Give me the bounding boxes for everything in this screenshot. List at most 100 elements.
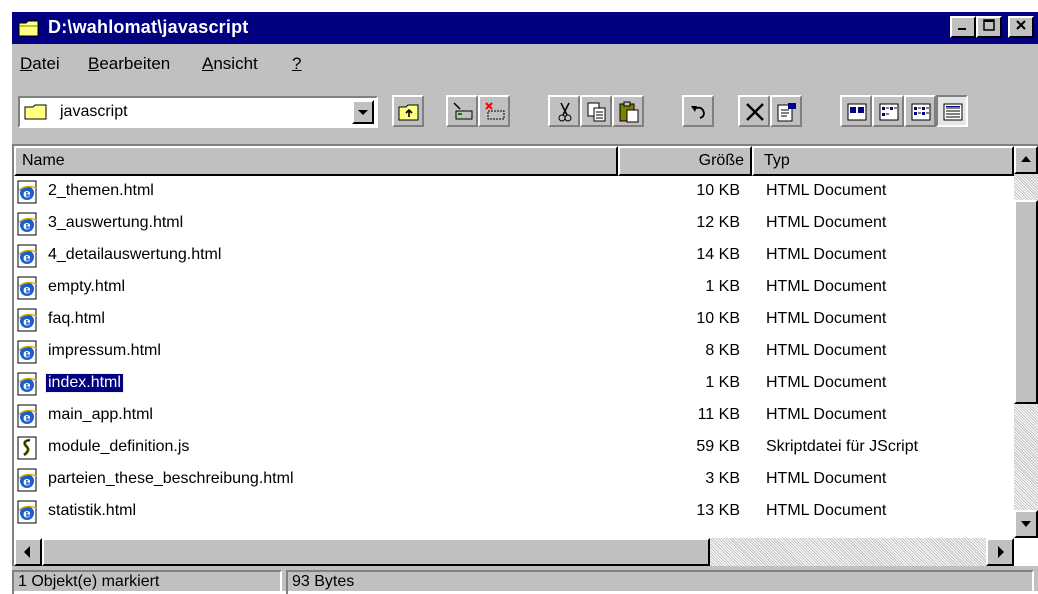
- view-small-icons-button[interactable]: [872, 95, 904, 127]
- menu-bar: Datei Bearbeiten Ansicht ?: [12, 48, 1038, 78]
- horizontal-scroll-track[interactable]: [710, 538, 986, 566]
- toolbar: javascript: [12, 90, 1038, 132]
- properties-button[interactable]: [770, 95, 802, 127]
- view-large-icons-button[interactable]: [840, 95, 872, 127]
- column-header-name[interactable]: Name: [14, 146, 618, 176]
- file-row[interactable]: e index.html 1 KB HTML Document: [14, 368, 1004, 400]
- undo-button[interactable]: [682, 95, 714, 127]
- address-dropdown-button[interactable]: [352, 100, 374, 124]
- map-network-drive-button[interactable]: [446, 95, 478, 127]
- file-row[interactable]: e impressum.html 8 KB HTML Document: [14, 336, 1004, 368]
- file-row[interactable]: e empty.html 1 KB HTML Document: [14, 272, 1004, 304]
- svg-text:e: e: [23, 187, 31, 201]
- file-row[interactable]: e faq.html 10 KB HTML Document: [14, 304, 1004, 336]
- file-type: HTML Document: [766, 182, 887, 199]
- file-type: HTML Document: [766, 406, 887, 423]
- copy-button[interactable]: [580, 95, 612, 127]
- file-name: module_definition.js: [48, 438, 190, 455]
- file-size: 1 KB: [705, 374, 740, 391]
- status-bar: 1 Objekt(e) markiert 93 Bytes: [12, 570, 1038, 594]
- file-size: 8 KB: [705, 342, 740, 359]
- file-type: HTML Document: [766, 310, 887, 327]
- html-document-icon: e: [16, 308, 40, 332]
- file-name: 4_detailauswertung.html: [48, 246, 222, 263]
- vertical-scroll-thumb[interactable]: [1014, 200, 1038, 404]
- file-name: 3_auswertung.html: [48, 214, 184, 231]
- arrow-left-icon: [24, 546, 30, 558]
- folder-icon: [24, 104, 47, 120]
- delete-button[interactable]: [738, 95, 770, 127]
- svg-text:e: e: [23, 507, 31, 521]
- address-combobox[interactable]: javascript: [18, 96, 378, 128]
- file-size: 10 KB: [696, 182, 740, 199]
- file-row[interactable]: e 4_detailauswertung.html 14 KB HTML Docume…: [14, 240, 1004, 272]
- minimize-icon: [958, 28, 966, 30]
- file-type: Skriptdatei für JScript: [766, 438, 919, 455]
- svg-text:e: e: [23, 251, 31, 265]
- undo-icon: [691, 106, 705, 119]
- scroll-up-button[interactable]: [1014, 146, 1038, 174]
- file-type: HTML Document: [766, 374, 887, 391]
- menu-bearbeiten[interactable]: Bearbeiten: [88, 54, 170, 74]
- scroll-down-button[interactable]: [1014, 510, 1038, 538]
- vertical-scrollbar[interactable]: [1014, 146, 1038, 538]
- svg-text:e: e: [23, 283, 31, 297]
- small-icons-icon: [879, 103, 899, 121]
- disconnect-drive-button[interactable]: [478, 95, 510, 127]
- file-type: HTML Document: [766, 342, 887, 359]
- file-type: HTML Document: [766, 278, 887, 295]
- delete-icon: [746, 103, 764, 121]
- folder-icon: [18, 20, 39, 37]
- chevron-down-icon: [358, 110, 368, 115]
- file-type: HTML Document: [766, 470, 887, 487]
- view-list-button[interactable]: [904, 95, 936, 127]
- html-document-icon: e: [16, 372, 40, 396]
- file-type: HTML Document: [766, 246, 887, 263]
- disconnect-drive-icon: [485, 102, 505, 120]
- view-details-button[interactable]: [936, 95, 968, 127]
- file-size: 14 KB: [696, 246, 740, 263]
- column-header-type[interactable]: Typ: [752, 146, 1014, 176]
- scroll-right-button[interactable]: [986, 538, 1014, 566]
- minimize-button[interactable]: [950, 16, 976, 38]
- file-row[interactable]: e 3_auswertung.html 12 KB HTML Document: [14, 208, 1004, 240]
- file-list: Name Größe Typ e 2_themen.html 10 KB HTML D…: [12, 144, 1038, 566]
- explorer-window: D:\wahlomat\javascript Datei Bearbeiten …: [10, 10, 1038, 594]
- large-icons-icon: [847, 103, 867, 121]
- file-name: 2_themen.html: [48, 182, 154, 199]
- properties-icon: [777, 103, 796, 122]
- file-row[interactable]: module_definition.js 59 KB Skriptdatei für…: [14, 432, 1004, 464]
- svg-text:e: e: [23, 219, 31, 233]
- scissors-icon: [558, 102, 572, 122]
- maximize-button[interactable]: [976, 16, 1002, 38]
- html-document-icon: e: [16, 468, 40, 492]
- file-size: 11 KB: [697, 406, 740, 423]
- scroll-left-button[interactable]: [14, 538, 42, 566]
- menu-datei[interactable]: Datei: [20, 54, 60, 74]
- paste-icon: [619, 101, 639, 123]
- up-one-level-button[interactable]: [392, 95, 424, 127]
- file-name: statistik.html: [48, 502, 137, 519]
- html-document-icon: e: [16, 244, 40, 268]
- file-row[interactable]: e main_app.html 11 KB HTML Document: [14, 400, 1004, 432]
- file-row[interactable]: e statistik.html 13 KB HTML Document: [14, 496, 1004, 528]
- paste-button[interactable]: [612, 95, 644, 127]
- column-header-size[interactable]: Größe: [618, 146, 752, 176]
- close-button[interactable]: [1008, 16, 1034, 38]
- horizontal-scrollbar[interactable]: [14, 538, 1014, 566]
- file-size: 13 KB: [696, 502, 740, 519]
- horizontal-scroll-thumb[interactable]: [42, 538, 710, 566]
- html-document-icon: e: [16, 404, 40, 428]
- file-size: 10 KB: [696, 310, 740, 327]
- title-bar[interactable]: D:\wahlomat\javascript: [12, 12, 1038, 44]
- cut-button[interactable]: [548, 95, 580, 127]
- menu-ansicht[interactable]: Ansicht: [202, 54, 258, 74]
- file-row[interactable]: e 2_themen.html 10 KB HTML Document: [14, 176, 1004, 208]
- file-name: parteien_these_beschreibung.html: [48, 470, 294, 487]
- map-drive-icon: [453, 102, 473, 120]
- file-row[interactable]: e parteien_these_beschreibung.html 3 KB HTM…: [14, 464, 1004, 496]
- arrow-right-icon: [998, 546, 1004, 558]
- menu-help[interactable]: ?: [292, 54, 301, 74]
- file-size: 59 KB: [696, 438, 740, 455]
- html-document-icon: e: [16, 500, 40, 524]
